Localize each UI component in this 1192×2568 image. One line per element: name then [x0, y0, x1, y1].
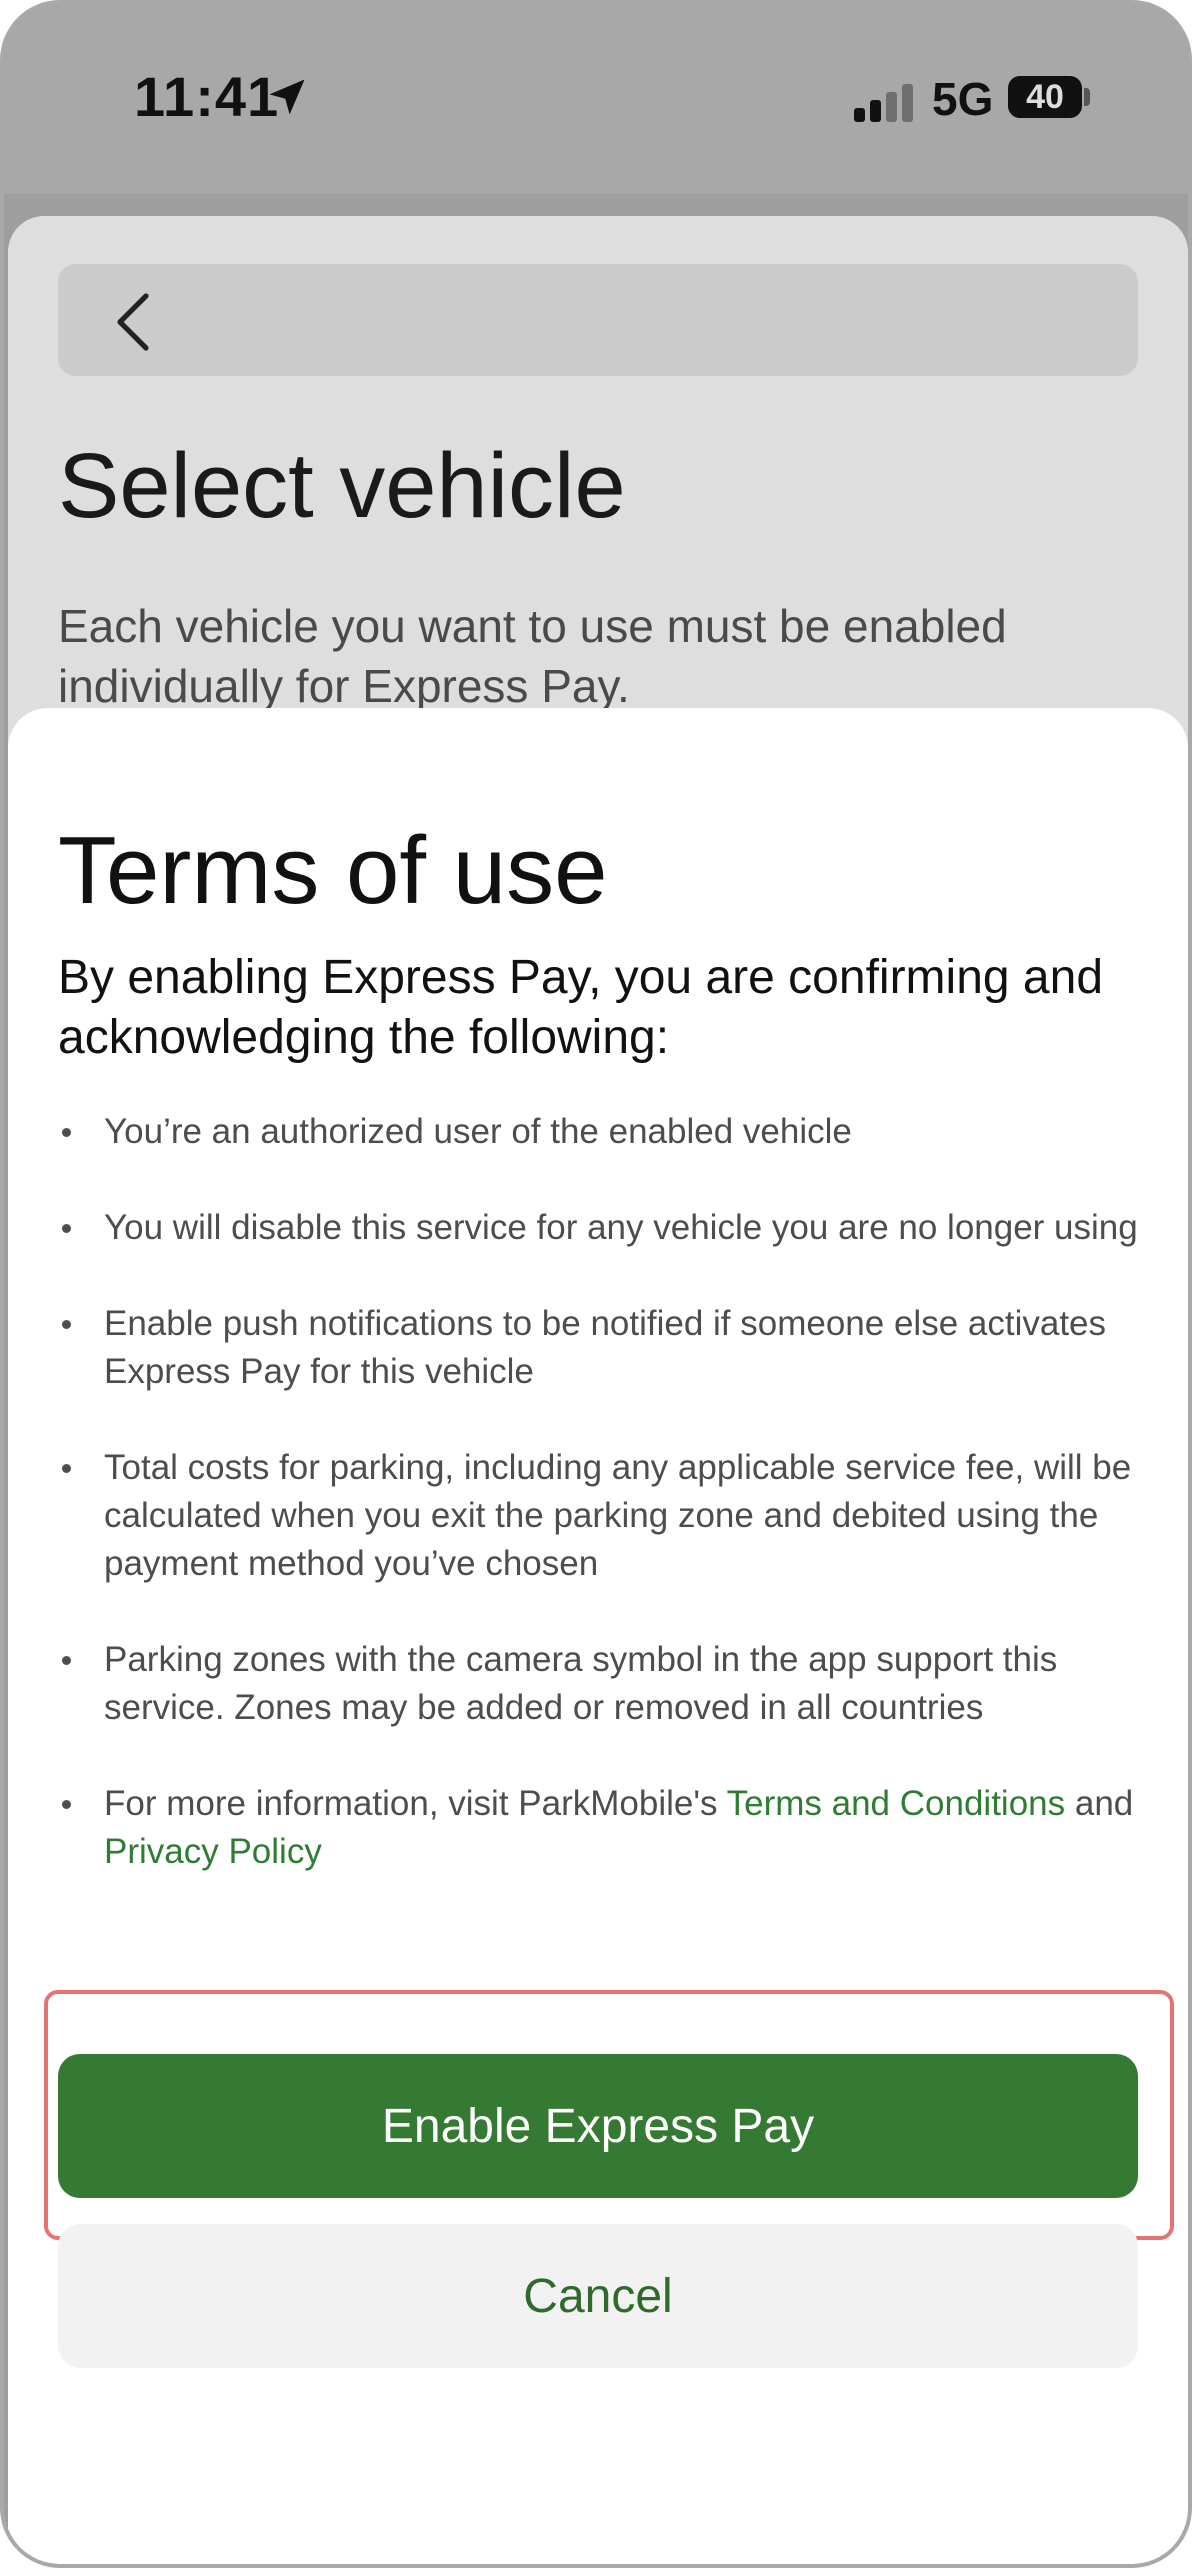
location-arrow-icon [269, 79, 305, 115]
more-info-joiner: and [1065, 1784, 1134, 1823]
terms-list-item: You will disable this service for any ve… [58, 1204, 1148, 1252]
page-description: Each vehicle you want to use must be ena… [58, 600, 1007, 712]
cancel-button[interactable]: Cancel [58, 2224, 1138, 2368]
battery-tip [1084, 88, 1090, 106]
terms-list-item: Total costs for parking, including any a… [58, 1444, 1148, 1588]
terms-list-item: Parking zones with the camera symbol in … [58, 1636, 1148, 1732]
page-title: Select vehicle [58, 435, 626, 537]
back-chevron-icon[interactable] [114, 292, 154, 352]
terms-list-item-more-info: For more information, visit ParkMobile's… [58, 1780, 1148, 1876]
terms-list: You’re an authorized user of the enabled… [58, 1108, 1148, 1924]
phone-screen: 11:41 5G 40 Select vehicle Each vehicle … [0, 0, 1192, 2568]
privacy-policy-link[interactable]: Privacy Policy [104, 1832, 322, 1871]
more-info-prefix: For more information, visit ParkMobile's [104, 1784, 727, 1823]
terms-intro: By enabling Express Pay, you are confirm… [58, 951, 1104, 1064]
terms-and-conditions-link[interactable]: Terms and Conditions [727, 1784, 1066, 1823]
battery-level: 40 [1026, 78, 1064, 116]
back-nav-bar [58, 264, 1138, 376]
terms-of-use-sheet: Terms of use By enabling Express Pay, yo… [8, 708, 1188, 2564]
cellular-signal-icon [854, 82, 918, 122]
terms-title: Terms of use [58, 817, 608, 924]
status-time: 11:41 [134, 65, 280, 128]
terms-list-item: You’re an authorized user of the enabled… [58, 1108, 1148, 1156]
enable-express-pay-button[interactable]: Enable Express Pay [58, 2054, 1138, 2198]
network-type: 5G [932, 73, 994, 125]
terms-list-item: Enable push notifications to be notified… [58, 1300, 1148, 1396]
battery-icon: 40 [1008, 76, 1082, 118]
status-bar: 11:41 5G 40 [4, 4, 1188, 194]
